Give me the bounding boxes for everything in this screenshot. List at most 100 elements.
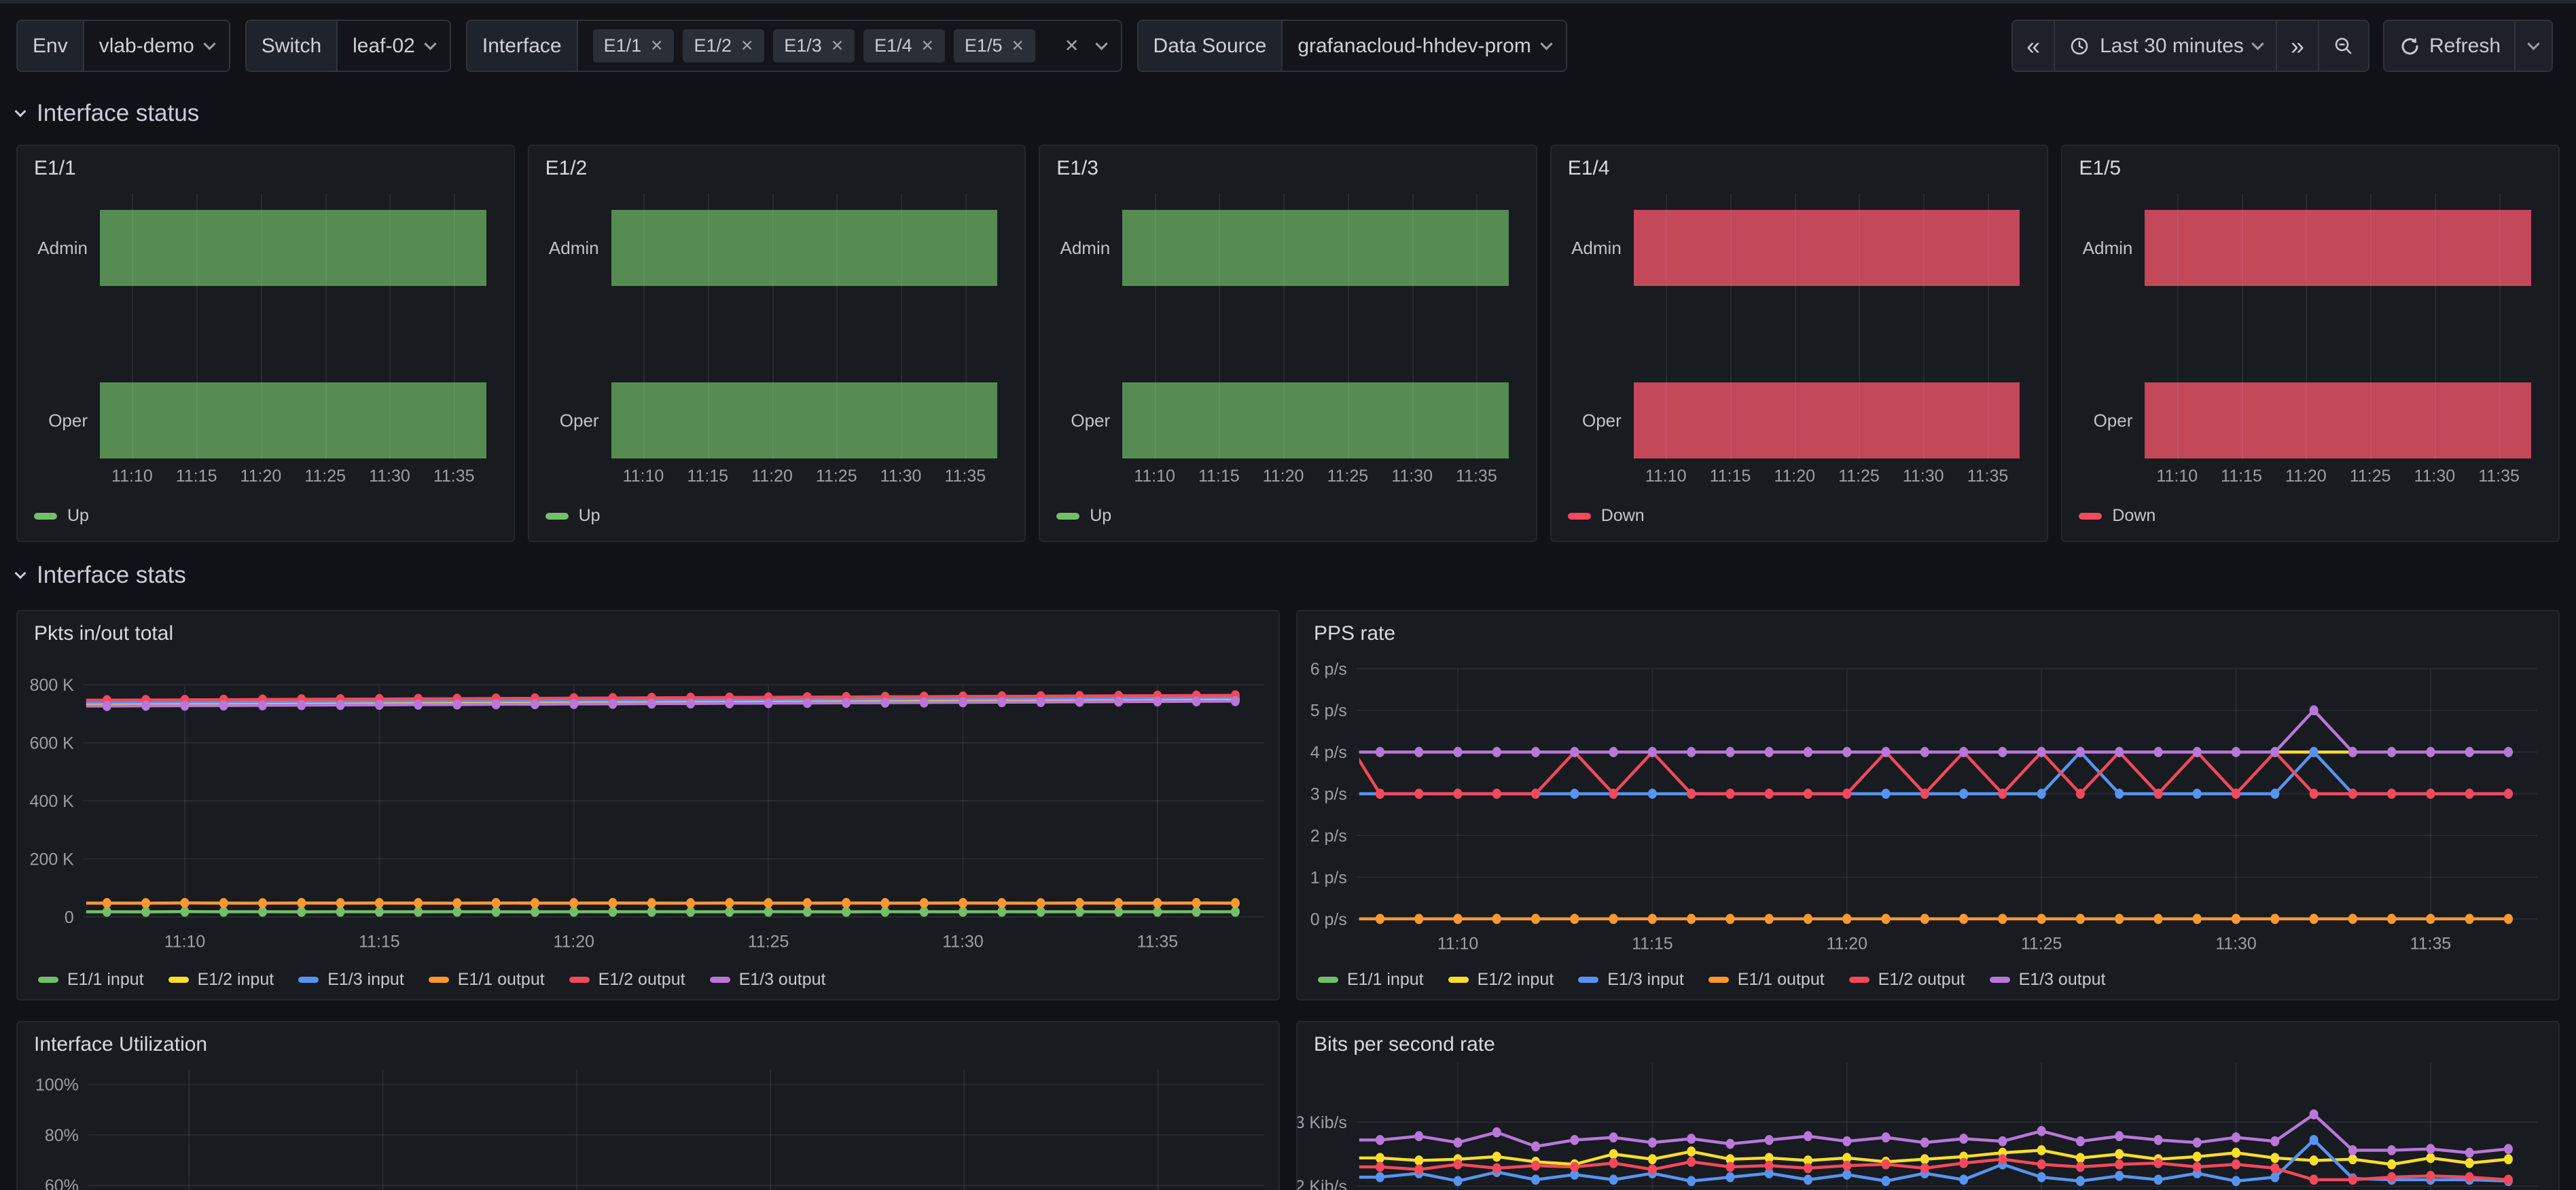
chip-label: E1/5	[965, 35, 1003, 56]
legend-label: E1/1 input	[67, 970, 144, 990]
legend-item[interactable]: E1/3 output	[710, 970, 826, 990]
gridline	[1283, 194, 1285, 459]
legend-item[interactable]: E1/1 input	[38, 970, 144, 990]
row-header-interface-stats[interactable]: Interface stats	[16, 561, 2576, 590]
legend-item[interactable]: Up	[1056, 506, 1111, 526]
refresh-button[interactable]: Refresh	[2384, 21, 2514, 71]
legend-item[interactable]: E1/1 output	[429, 970, 545, 990]
legend-item[interactable]: Up	[545, 506, 601, 526]
x-tick-label: 11:25	[304, 467, 346, 486]
svg-text:11:20: 11:20	[1826, 935, 1867, 954]
interface-multiselect[interactable]: E1/1✕E1/2✕E1/3✕E1/4✕E1/5✕ ✕	[578, 21, 1121, 71]
datasource-value: grafanacloud-hhdev-prom	[1298, 35, 1531, 58]
legend-item[interactable]: E1/2 input	[1448, 970, 1554, 990]
refresh-controls: Refresh	[2383, 20, 2553, 72]
row-label-oper: Oper	[18, 410, 88, 431]
legend-item[interactable]: Up	[34, 506, 89, 526]
gridline	[261, 194, 262, 459]
env-select[interactable]: vlab-demo	[84, 21, 229, 71]
legend-item[interactable]: E1/1 input	[1318, 970, 1424, 990]
chevron-down-icon	[2527, 37, 2539, 50]
status-panel-E1-1: E1/1AdminOper11:1011:1511:2011:2511:3011…	[16, 145, 515, 542]
gridline	[2306, 194, 2307, 459]
panel-title[interactable]: E1/2	[545, 157, 588, 180]
remove-chip-icon[interactable]: ✕	[650, 37, 663, 55]
legend-item[interactable]: E1/2 output	[1849, 970, 1965, 990]
svg-text:5 p/s: 5 p/s	[1310, 702, 1347, 721]
time-range-picker[interactable]: Last 30 minutes	[2054, 21, 2276, 71]
gridline	[389, 194, 391, 459]
zoom-out-button[interactable]	[2318, 21, 2368, 71]
panel-title[interactable]: Bits per second rate	[1314, 1033, 1495, 1056]
legend-item[interactable]: E1/3 input	[1578, 970, 1684, 990]
remove-chip-icon[interactable]: ✕	[1011, 37, 1024, 55]
row-label-oper: Oper	[1040, 410, 1110, 431]
admin-state-bar	[2145, 210, 2531, 286]
legend-swatch	[569, 977, 590, 983]
x-tick-label: 11:35	[433, 467, 475, 486]
section-title: Interface stats	[37, 562, 186, 589]
time-shift-back-button[interactable]: «	[2013, 21, 2054, 71]
chevron-down-icon	[2251, 37, 2264, 50]
interface-chip[interactable]: E1/4✕	[863, 29, 945, 62]
legend-item[interactable]: E1/3 input	[298, 970, 404, 990]
svg-text:11:25: 11:25	[748, 933, 789, 952]
legend-swatch	[1990, 977, 2010, 983]
admin-state-bar	[100, 210, 486, 286]
remove-chip-icon[interactable]: ✕	[740, 37, 753, 55]
panel-title[interactable]: E1/1	[34, 157, 76, 180]
stats-row-1: Pkts in/out total 800 K600 K400 K200 K01…	[16, 610, 2560, 1000]
legend-label: E1/2 output	[598, 970, 685, 990]
panel-title[interactable]: PPS rate	[1314, 622, 1395, 645]
status-row: E1/1AdminOper11:1011:1511:2011:2511:3011…	[16, 145, 2560, 542]
gridline	[325, 194, 327, 459]
svg-text:0 p/s: 0 p/s	[1310, 910, 1347, 929]
legend-swatch	[429, 977, 449, 983]
clear-all-icon[interactable]: ✕	[1065, 35, 1079, 56]
x-tick-label: 11:15	[1710, 467, 1751, 486]
x-tick-label: 11:25	[1327, 467, 1369, 486]
panel-title[interactable]: Interface Utilization	[34, 1033, 207, 1056]
panel-title[interactable]: E1/4	[1568, 157, 1610, 180]
datasource-select[interactable]: grafanacloud-hhdev-prom	[1283, 21, 1566, 71]
remove-chip-icon[interactable]: ✕	[831, 37, 844, 55]
panel-title[interactable]: E1/5	[2079, 157, 2121, 180]
legend-item[interactable]: Down	[2079, 506, 2155, 526]
gridline	[1795, 194, 1796, 459]
x-tick-label: 11:35	[2478, 467, 2520, 486]
refresh-interval-dropdown[interactable]	[2514, 21, 2552, 71]
time-range-label: Last 30 minutes	[2100, 35, 2244, 58]
switch-label: Switch	[247, 21, 338, 71]
time-controls: « Last 30 minutes »	[2011, 20, 2369, 72]
svg-text:1 p/s: 1 p/s	[1310, 868, 1347, 887]
gridline	[2242, 194, 2243, 459]
switch-select[interactable]: leaf-02	[338, 21, 450, 71]
gridline	[2177, 194, 2179, 459]
gridline	[1859, 194, 1860, 459]
legend-label: E1/3 input	[1607, 970, 1684, 990]
interface-chip[interactable]: E1/1 ✕	[593, 29, 675, 62]
time-shift-forward-button[interactable]: »	[2276, 21, 2318, 71]
remove-chip-icon[interactable]: ✕	[921, 37, 934, 55]
legend-item[interactable]: E1/2 output	[569, 970, 685, 990]
legend-item[interactable]: E1/2 input	[168, 970, 274, 990]
chip-label: E1/1	[604, 35, 642, 56]
legend-item[interactable]: E1/1 output	[1709, 970, 1825, 990]
interface-chip[interactable]: E1/5 ✕	[954, 29, 1035, 62]
row-label-admin: Admin	[18, 238, 88, 259]
pkts-plot-area: 800 K600 K400 K200 K011:1011:1511:2011:2…	[18, 611, 1278, 999]
panel-title[interactable]: E1/3	[1056, 157, 1098, 180]
legend-item[interactable]: E1/3 output	[1990, 970, 2106, 990]
panel-title[interactable]: Pkts in/out total	[34, 622, 173, 645]
legend-item[interactable]: Down	[1568, 506, 1645, 526]
legend-swatch	[38, 977, 58, 983]
chevron-down-icon	[1540, 37, 1552, 50]
svg-text:11:30: 11:30	[942, 933, 984, 952]
interface-chip[interactable]: E1/2✕	[683, 29, 764, 62]
svg-text:60%: 60%	[45, 1176, 79, 1190]
gridline	[965, 194, 967, 459]
interface-chip[interactable]: E1/3✕	[773, 29, 855, 62]
row-label-admin: Admin	[1552, 238, 1622, 259]
row-header-interface-status[interactable]: Interface status	[16, 99, 2576, 128]
legend-label: E1/2 output	[1878, 970, 1965, 990]
